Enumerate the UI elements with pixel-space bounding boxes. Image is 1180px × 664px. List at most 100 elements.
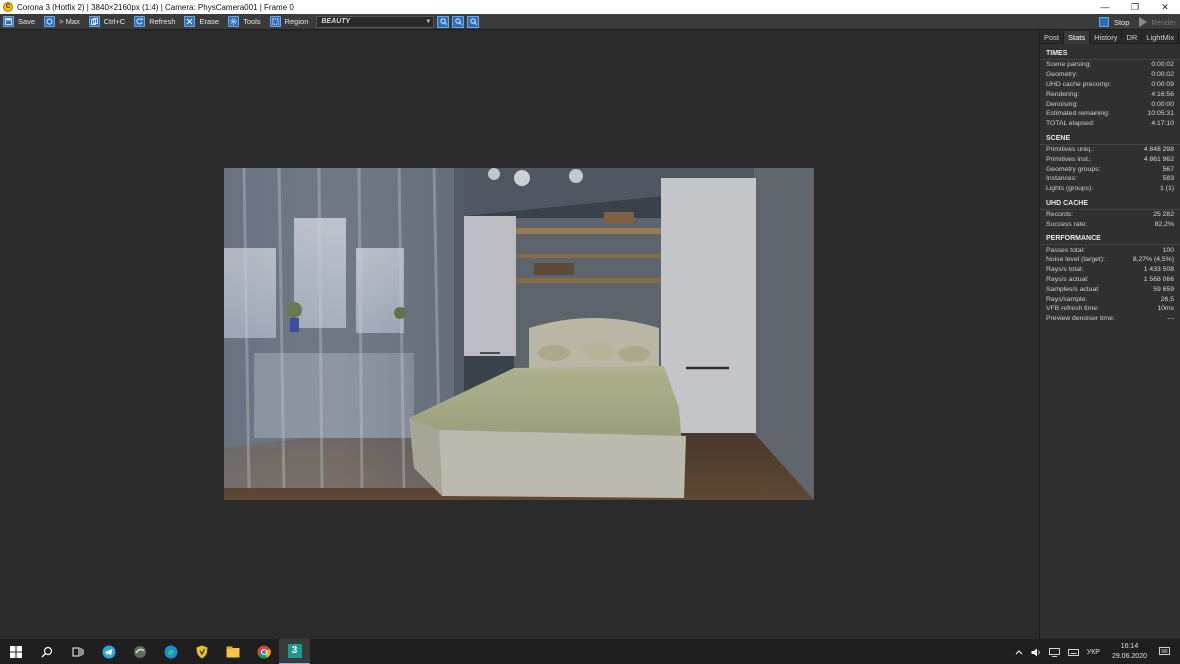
stat-value: 10:05:31 xyxy=(1147,110,1174,118)
corona-app-icon: C xyxy=(3,2,13,12)
render-viewport[interactable] xyxy=(0,31,1039,638)
stat-label: Denoising: xyxy=(1046,100,1079,108)
section-performance: PERFORMANCE Passes total: 100 Noise level… xyxy=(1040,233,1180,323)
copy-button[interactable]: Ctrl+C xyxy=(86,15,129,29)
zoom-fit-icon xyxy=(470,18,477,25)
save-to-max-button[interactable]: > Max xyxy=(41,15,84,29)
swirl-app-icon[interactable] xyxy=(124,639,155,664)
stat-label: Scene parsing: xyxy=(1046,61,1092,69)
stat-label: Rendering: xyxy=(1046,90,1080,98)
stop-button[interactable]: Stop xyxy=(1114,18,1129,27)
refresh-icon xyxy=(134,16,146,27)
stat-value: 4 848 298 xyxy=(1143,145,1174,153)
stat-row: Instances: 583 xyxy=(1040,174,1180,184)
volume-icon[interactable] xyxy=(1031,648,1041,657)
minimize-button[interactable]: — xyxy=(1090,0,1120,14)
stat-value: 4:17:10 xyxy=(1151,120,1174,128)
stat-row: Preview denoiser time: --- xyxy=(1040,314,1180,324)
render-pass-select[interactable]: BEAUTY ▼ xyxy=(316,15,435,28)
stop-icon[interactable] xyxy=(1098,17,1109,27)
stat-value: 583 xyxy=(1162,175,1174,183)
shield-app-icon[interactable] xyxy=(186,639,217,664)
zoom-out-button[interactable] xyxy=(452,15,465,28)
maximize-button[interactable]: ❐ xyxy=(1120,0,1150,14)
network-icon[interactable] xyxy=(1048,647,1060,657)
stat-label: UHD cache precomp: xyxy=(1046,80,1111,88)
taskbar-clock[interactable]: 16:14 29.06.2020 xyxy=(1112,642,1147,662)
stat-label: Instances: xyxy=(1046,175,1077,183)
stat-value: --- xyxy=(1167,315,1174,323)
notification-icon[interactable] xyxy=(1159,647,1170,657)
stat-value: 1 568 066 xyxy=(1143,275,1174,283)
region-label: Region xyxy=(284,17,309,26)
stat-value: 82,2% xyxy=(1154,220,1174,228)
stat-value: 4 861 962 xyxy=(1143,155,1174,163)
stat-label: Primitives inst.: xyxy=(1046,155,1092,163)
tab-history[interactable]: History xyxy=(1090,31,1123,44)
tools-button[interactable]: Tools xyxy=(225,15,265,29)
chrome-browser-icon[interactable] xyxy=(248,639,279,664)
stat-row: Success rate: 82,2% xyxy=(1040,219,1180,229)
stat-label: Rays/s total: xyxy=(1046,266,1084,274)
section-title: PERFORMANCE xyxy=(1040,233,1180,246)
section-title: UHD CACHE xyxy=(1040,198,1180,210)
section-scene: SCENE Primitives uniq.: 4 848 298 Primiti… xyxy=(1040,133,1180,194)
stat-row: Passes total: 100 xyxy=(1040,245,1180,255)
stat-label: Rays/s actual: xyxy=(1046,275,1089,283)
stat-label: VFB refresh time: xyxy=(1046,305,1099,313)
zoom-in-button[interactable] xyxy=(437,15,450,28)
erase-icon xyxy=(184,16,196,27)
stat-row: Noise level (target): 8,27% (4,5%) xyxy=(1040,255,1180,265)
stat-row: Primitives uniq.: 4 848 298 xyxy=(1040,145,1180,155)
task-view-icon[interactable] xyxy=(62,639,93,664)
stat-label: Preview denoiser time: xyxy=(1046,315,1115,323)
region-button[interactable]: Region xyxy=(267,15,313,29)
render-controls: Stop Render xyxy=(1098,15,1176,29)
edge-browser-icon[interactable] xyxy=(155,639,186,664)
erase-button[interactable]: Erase xyxy=(181,15,223,29)
tab-lightmix[interactable]: LightMix xyxy=(1142,31,1180,44)
file-explorer-icon[interactable] xyxy=(217,639,248,664)
stat-row: Lights (groups): 1 (1) xyxy=(1040,184,1180,194)
tab-post[interactable]: Post xyxy=(1040,31,1065,44)
stat-label: Noise level (target): xyxy=(1046,256,1105,264)
stat-row: Estimated remaining: 10:05:31 xyxy=(1040,109,1180,119)
tab-stats[interactable]: Stats xyxy=(1064,31,1091,44)
keyboard-icon[interactable] xyxy=(1067,648,1079,656)
windows-taskbar: 3 УКР 16:14 29.06.2020 xyxy=(0,638,1180,664)
language-indicator[interactable]: УКР xyxy=(1087,649,1100,656)
refresh-button[interactable]: Refresh xyxy=(131,15,179,29)
stat-value: 0:00:02 xyxy=(1151,71,1174,79)
maximize-icon xyxy=(44,16,56,27)
stat-value: 8,27% (4,5%) xyxy=(1132,256,1174,264)
stat-label: Geometry: xyxy=(1046,71,1078,79)
vfb-toolbar: Save > Max Ctrl+C Refresh Erase Tools Re… xyxy=(0,14,1180,30)
zoom-in-icon xyxy=(440,18,447,25)
stat-label: Passes total: xyxy=(1046,246,1085,254)
stat-row: UHD cache precomp: 0:00:09 xyxy=(1040,80,1180,90)
stat-label: Success rate: xyxy=(1046,220,1088,228)
stat-row: Rendering: 4:16:56 xyxy=(1040,89,1180,99)
close-button[interactable]: ✕ xyxy=(1150,0,1180,14)
system-tray: УКР 16:14 29.06.2020 xyxy=(1011,639,1180,664)
tab-dr[interactable]: DR xyxy=(1122,31,1143,44)
zoom-fit-button[interactable] xyxy=(467,15,480,28)
stat-value: 1 (1) xyxy=(1160,185,1174,193)
stat-row: Geometry: 0:00:02 xyxy=(1040,70,1180,80)
stat-value: 567 xyxy=(1162,165,1174,173)
title-bar: C Corona 3 (Hotfix 2) | 3840×2160px (1:4… xyxy=(0,0,1180,14)
3dsmax-icon[interactable]: 3 xyxy=(279,638,310,664)
windows-start-icon[interactable] xyxy=(0,639,31,664)
stat-label: Geometry groups: xyxy=(1046,165,1101,173)
render-button[interactable]: Render xyxy=(1151,18,1176,27)
copy-icon xyxy=(88,16,100,27)
stat-row: Denoising: 0:00:00 xyxy=(1040,99,1180,109)
search-icon[interactable] xyxy=(31,639,62,664)
telegram-icon[interactable] xyxy=(93,639,124,664)
stat-row: Geometry groups: 567 xyxy=(1040,164,1180,174)
stat-row: TOTAL elapsed: 4:17:10 xyxy=(1040,119,1180,129)
save-button[interactable]: Save xyxy=(0,15,39,29)
chevron-up-icon[interactable] xyxy=(1015,649,1023,655)
stat-label: Records: xyxy=(1046,210,1074,218)
section-uhd-cache: UHD CACHE Records: 25 282 Success rate: 82… xyxy=(1040,198,1180,230)
